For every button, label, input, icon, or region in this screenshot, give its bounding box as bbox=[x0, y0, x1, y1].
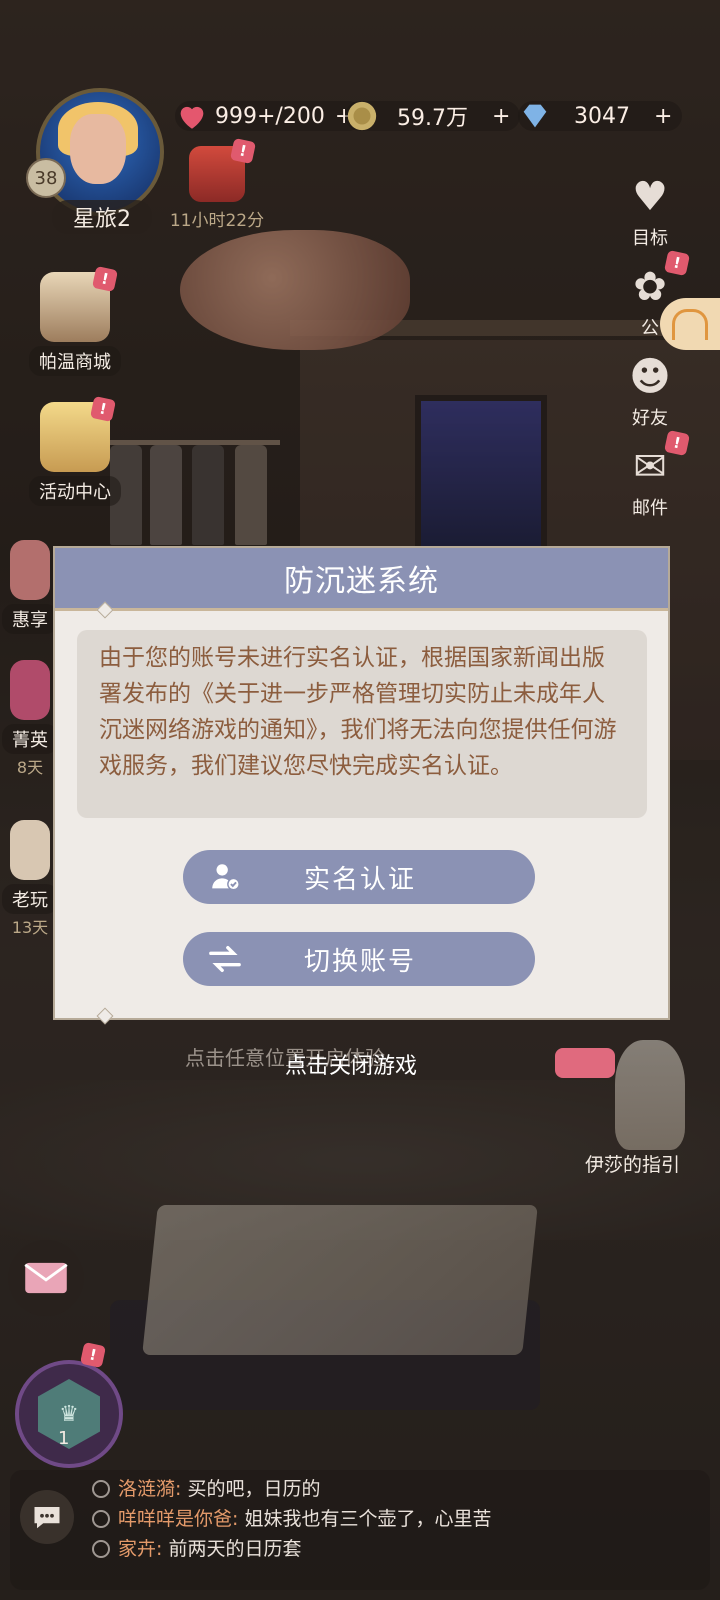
guild-label: 公 bbox=[641, 318, 659, 339]
stamina-value: 999+/200 bbox=[215, 103, 325, 129]
activity-center-button[interactable]: ! 活动中心 bbox=[0, 395, 150, 506]
chat-message: 洛涟漪: 买的吧，日历的 bbox=[92, 1474, 320, 1501]
goal-button[interactable]: ♥ 目标 bbox=[610, 172, 690, 250]
activity-center-label: 活动中心 bbox=[29, 476, 121, 506]
user-verify-icon bbox=[205, 857, 245, 897]
chat-bubble-icon bbox=[555, 1048, 615, 1078]
chat-text: 买的吧，日历的 bbox=[181, 1478, 321, 1500]
veteran-days: 13天 bbox=[11, 918, 49, 937]
goal-icon: ♥ bbox=[632, 174, 668, 220]
alert-badge: ! bbox=[663, 249, 691, 277]
alert-badge: ! bbox=[89, 395, 117, 423]
shop-button[interactable]: ! 帕温商城 bbox=[0, 265, 150, 376]
elite-days: 8天 bbox=[16, 758, 44, 777]
guide-label[interactable]: 伊莎的指引 bbox=[585, 1150, 680, 1177]
elite-button[interactable]: 菁英 8天 bbox=[0, 660, 60, 778]
dialog-title: 防沉迷系统 bbox=[55, 548, 668, 608]
chat-text: 前两天的日历套 bbox=[162, 1538, 302, 1560]
alert-badge: ! bbox=[79, 1341, 107, 1369]
coin-icon bbox=[347, 101, 377, 131]
real-name-verify-button[interactable]: 实名认证 bbox=[183, 850, 535, 904]
globe-icon bbox=[92, 1510, 110, 1528]
coin-value: 59.7万 bbox=[397, 106, 468, 131]
rank-button[interactable]: ♛ bbox=[15, 1360, 123, 1468]
veteran-label: 老玩 bbox=[2, 884, 58, 914]
alert-badge: ! bbox=[229, 137, 257, 165]
diamond-value: 3047 bbox=[574, 103, 630, 129]
switch-account-button[interactable]: 切换账号 bbox=[183, 932, 535, 986]
diamond-icon bbox=[523, 104, 547, 128]
switch-label: 切换账号 bbox=[303, 946, 416, 977]
globe-icon bbox=[92, 1480, 110, 1498]
headset-icon bbox=[672, 308, 708, 340]
chat-text: 姐妹我也有三个壶了，心里苦 bbox=[238, 1508, 492, 1530]
elite-label: 菁英 bbox=[2, 724, 58, 754]
mail-button[interactable]: ✉ ! 邮件 bbox=[610, 429, 691, 520]
anti-addiction-dialog: 防沉迷系统 由于您的账号未进行实名认证，根据国家新闻出版署发布的《关于进一步严格… bbox=[55, 548, 668, 1025]
benefit-button[interactable]: 惠享 bbox=[0, 540, 60, 634]
chat-user: 咩咩咩是你爸: bbox=[118, 1508, 239, 1530]
elite-icon bbox=[10, 660, 50, 720]
gift-icon bbox=[10, 540, 50, 600]
event-timer-entry[interactable]: ! 11小时22分 bbox=[162, 137, 272, 231]
player-level: 38 bbox=[26, 158, 66, 198]
avatar[interactable] bbox=[36, 88, 164, 216]
letter-button[interactable] bbox=[8, 1240, 84, 1316]
globe-icon bbox=[92, 1540, 110, 1558]
stamina-counter[interactable]: 999+/200 + bbox=[175, 100, 364, 132]
mail-label: 邮件 bbox=[632, 498, 668, 519]
coin-counter[interactable]: 59.7万 + bbox=[345, 100, 521, 132]
chat-message: 咩咩咩是你爸: 姐妹我也有三个壶了，心里苦 bbox=[92, 1504, 491, 1531]
benefit-label: 惠享 bbox=[2, 604, 58, 634]
shop-label: 帕温商城 bbox=[29, 346, 121, 376]
dialog-message: 由于您的账号未进行实名认证，根据国家新闻出版署发布的《关于进一步严格管理切实防止… bbox=[77, 630, 647, 818]
verify-label: 实名认证 bbox=[303, 864, 416, 895]
add-coin-button[interactable]: + bbox=[492, 104, 510, 129]
chat-icon bbox=[34, 1507, 60, 1529]
diamond-counter[interactable]: 3047 + bbox=[518, 100, 683, 132]
friends-icon: ☻ bbox=[629, 354, 671, 400]
event-timer-text: 11小时22分 bbox=[169, 211, 265, 231]
envelope-icon bbox=[24, 1262, 68, 1294]
dialog-divider bbox=[55, 608, 668, 611]
alert-badge: ! bbox=[91, 265, 119, 293]
letter-icon bbox=[10, 820, 50, 880]
alert-badge: ! bbox=[663, 429, 691, 457]
friends-label: 好友 bbox=[632, 408, 668, 429]
goal-label: 目标 bbox=[632, 228, 668, 249]
add-diamond-button[interactable]: + bbox=[654, 104, 672, 129]
switch-arrows-icon bbox=[205, 939, 245, 979]
heart-icon bbox=[180, 106, 204, 129]
chat-message: 家卉: 前两天的日历套 bbox=[92, 1534, 301, 1561]
veteran-button[interactable]: 老玩 13天 bbox=[0, 820, 60, 938]
player-name: 星旅2 bbox=[52, 200, 152, 234]
chat-user: 洛涟漪: bbox=[118, 1478, 182, 1500]
rank-count: 1 bbox=[58, 1428, 70, 1449]
friends-button[interactable]: ☻ 好友 bbox=[610, 352, 690, 430]
chat-user: 家卉: bbox=[118, 1538, 163, 1560]
customer-support-button[interactable] bbox=[660, 298, 720, 350]
tap-to-close-game-hint[interactable]: 点击关闭游戏 bbox=[285, 1048, 417, 1080]
player-profile[interactable]: 38 星旅2 bbox=[18, 88, 164, 238]
chat-button[interactable] bbox=[20, 1490, 74, 1544]
